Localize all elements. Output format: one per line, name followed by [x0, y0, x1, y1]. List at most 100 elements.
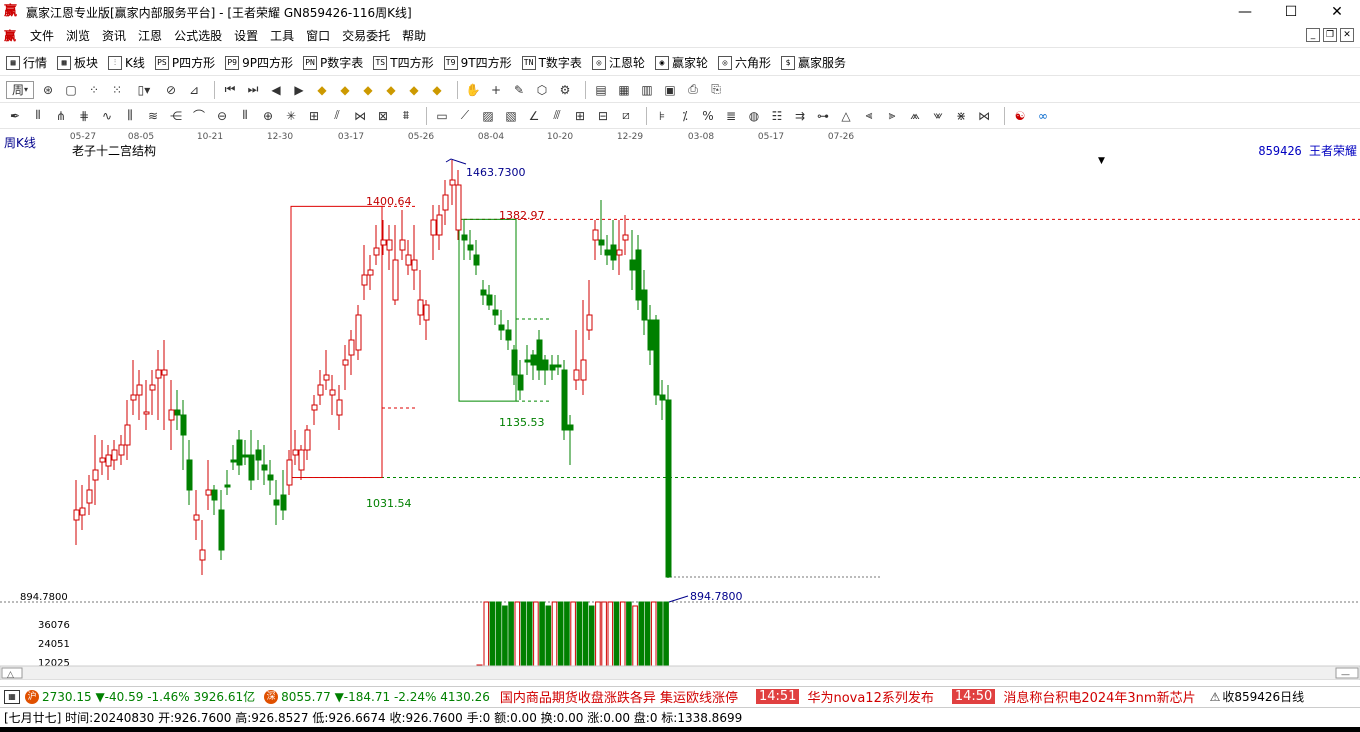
- channel-icon[interactable]: ⫽: [328, 107, 346, 125]
- angle-icon[interactable]: ∠: [525, 107, 543, 125]
- arc-icon[interactable]: ⌒: [190, 107, 208, 125]
- diamond4-icon[interactable]: ◆: [382, 81, 400, 99]
- wave-icon[interactable]: ∿: [98, 107, 116, 125]
- matrix-icon[interactable]: ⊞: [571, 107, 589, 125]
- fork-icon[interactable]: ⋕: [75, 107, 93, 125]
- menu-window[interactable]: 窗口: [300, 27, 336, 44]
- toolbar-btn-t9[interactable]: T9 9T四方形: [443, 54, 512, 71]
- pitch-icon[interactable]: ⋈: [351, 107, 369, 125]
- fan5-icon[interactable]: ⩖: [929, 107, 947, 125]
- menu-browse[interactable]: 浏览: [60, 27, 96, 44]
- toolbar-btn-ts[interactable]: TS T四方形: [373, 54, 434, 71]
- kline-chart[interactable]: 05-27 08-05 10-21 12-30 03-17 05-26 08-04 10-20…: [0, 130, 1360, 681]
- diamond3-icon[interactable]: ◆: [359, 81, 377, 99]
- pattern2-icon[interactable]: ⁙: [108, 81, 126, 99]
- first-icon[interactable]: ⏮: [221, 81, 239, 99]
- chart-panel[interactable]: 05-27 08-05 10-21 12-30 03-17 05-26 08-04 10-20…: [0, 130, 1360, 681]
- index-sh[interactable]: 沪 2730.15 ▼-40.59 -1.46% 3926.61亿: [22, 688, 255, 705]
- cycle-icon[interactable]: ≋: [144, 107, 162, 125]
- fan7-icon[interactable]: ⋈: [975, 107, 993, 125]
- candle-type-icon[interactable]: ▯▾: [131, 81, 157, 99]
- dropdown-arrow-icon[interactable]: ▼: [1098, 156, 1105, 166]
- toolbar-btn-dollar[interactable]: $ 赢家服务: [780, 54, 846, 71]
- hatch-icon[interactable]: ▨: [479, 107, 497, 125]
- toolbar-btn-grid[interactable]: ▦ 行情: [6, 54, 47, 71]
- mdi-close-button[interactable]: ✕: [1340, 28, 1354, 42]
- coin-icon[interactable]: ◍: [745, 107, 763, 125]
- table-icon[interactable]: ▥: [638, 81, 656, 99]
- close-button[interactable]: ✕: [1314, 0, 1360, 24]
- menu-info[interactable]: 资讯: [96, 27, 132, 44]
- pen-icon[interactable]: ✒: [6, 107, 24, 125]
- fan4-icon[interactable]: ⩕: [906, 107, 924, 125]
- draw-icon[interactable]: ✎: [510, 81, 528, 99]
- rect-icon[interactable]: ▭: [433, 107, 451, 125]
- menu-formula[interactable]: 公式选股: [168, 27, 228, 44]
- calendar-icon[interactable]: ▤: [592, 81, 610, 99]
- infinity-icon[interactable]: ∞: [1034, 107, 1052, 125]
- next-icon[interactable]: ▶: [290, 81, 308, 99]
- calc-icon[interactable]: ▦: [615, 81, 633, 99]
- toolbar-btn-ps[interactable]: PS P四方形: [154, 54, 215, 71]
- toolbar-btn-pn[interactable]: PN P数字表: [303, 54, 363, 71]
- ruler-icon[interactable]: ⊧: [653, 107, 671, 125]
- toolbar-btn-p9[interactable]: P9 9P四方形: [225, 54, 293, 71]
- yin-yang-icon[interactable]: ☯: [1011, 107, 1029, 125]
- menu-gann[interactable]: 江恩: [132, 27, 168, 44]
- crosshair-icon[interactable]: +: [487, 81, 505, 99]
- marks-icon[interactable]: ⊶: [814, 107, 832, 125]
- diag-icon[interactable]: ⧄: [617, 107, 635, 125]
- no-icon[interactable]: ⊘: [162, 81, 180, 99]
- lines-icon[interactable]: ⦀: [29, 107, 47, 125]
- tilde-icon[interactable]: ⁒: [676, 107, 694, 125]
- shape-icon[interactable]: ⬡: [533, 81, 551, 99]
- menu-tools[interactable]: 工具: [264, 27, 300, 44]
- ray-icon[interactable]: ⟋: [456, 107, 474, 125]
- alarm-icon[interactable]: ⚠: [1210, 690, 1221, 704]
- square-icon[interactable]: ⊞: [305, 107, 323, 125]
- arrow-icon[interactable]: ⇉: [791, 107, 809, 125]
- toolbar-btn-hexagon[interactable]: ◎ 六角形: [717, 54, 771, 71]
- box-icon[interactable]: ⊠: [374, 107, 392, 125]
- toolbar-btn-blocks[interactable]: ▩ 板块: [57, 54, 98, 71]
- pattern-icon[interactable]: ⁘: [85, 81, 103, 99]
- minimize-button[interactable]: —: [1222, 0, 1268, 24]
- news-item-3[interactable]: 消息称台积电2024年3nm新芯片: [1003, 687, 1196, 706]
- bars-icon[interactable]: ⫼: [121, 107, 139, 125]
- index-sz[interactable]: 深 8055.77 ▼-184.71 -2.24% 4130.26: [261, 689, 490, 704]
- toolbar-btn-gann-wheel[interactable]: ◎ 江恩轮: [591, 54, 645, 71]
- export-icon[interactable]: ⎘: [707, 81, 725, 99]
- circle-icon[interactable]: ⊖: [213, 107, 231, 125]
- fib-icon[interactable]: ⋲: [167, 107, 185, 125]
- print-icon[interactable]: ⎙: [684, 81, 702, 99]
- mdi-minimize-button[interactable]: _: [1306, 28, 1320, 42]
- grid-lines-icon[interactable]: ⫴: [236, 107, 254, 125]
- gann-tool-icon[interactable]: ⊛: [39, 81, 57, 99]
- menu-help[interactable]: 帮助: [396, 27, 432, 44]
- percent-icon[interactable]: %: [699, 107, 717, 125]
- matrix2-icon[interactable]: ⊟: [594, 107, 612, 125]
- last-icon[interactable]: ⏭: [244, 81, 262, 99]
- menu-settings[interactable]: 设置: [228, 27, 264, 44]
- mdi-restore-button[interactable]: ❐: [1323, 28, 1337, 42]
- star-icon[interactable]: ✳: [282, 107, 300, 125]
- fan6-icon[interactable]: ⋇: [952, 107, 970, 125]
- triangle-icon[interactable]: △: [837, 107, 855, 125]
- circle-cross-icon[interactable]: ⊕: [259, 107, 277, 125]
- gear-icon[interactable]: ⚙: [556, 81, 574, 99]
- hatch2-icon[interactable]: ▧: [502, 107, 520, 125]
- diamond6-icon[interactable]: ◆: [428, 81, 446, 99]
- menu-trade[interactable]: 交易委托: [336, 27, 396, 44]
- maximize-button[interactable]: ☐: [1268, 0, 1314, 24]
- news-item-2[interactable]: 华为nova12系列发布: [807, 687, 934, 706]
- levels-icon[interactable]: ≣: [722, 107, 740, 125]
- menu-file[interactable]: 文件: [24, 27, 60, 44]
- prev-icon[interactable]: ◀: [267, 81, 285, 99]
- toolbar-btn-tn[interactable]: TN T数字表: [521, 54, 582, 71]
- period-select[interactable]: 周 ▾: [6, 80, 34, 99]
- doc-icon[interactable]: ▢: [62, 81, 80, 99]
- diamond1-icon[interactable]: ◆: [313, 81, 331, 99]
- spread-icon[interactable]: ⩩: [397, 107, 415, 125]
- hand-icon[interactable]: ✋: [464, 81, 482, 99]
- fan-icon[interactable]: ⋔: [52, 107, 70, 125]
